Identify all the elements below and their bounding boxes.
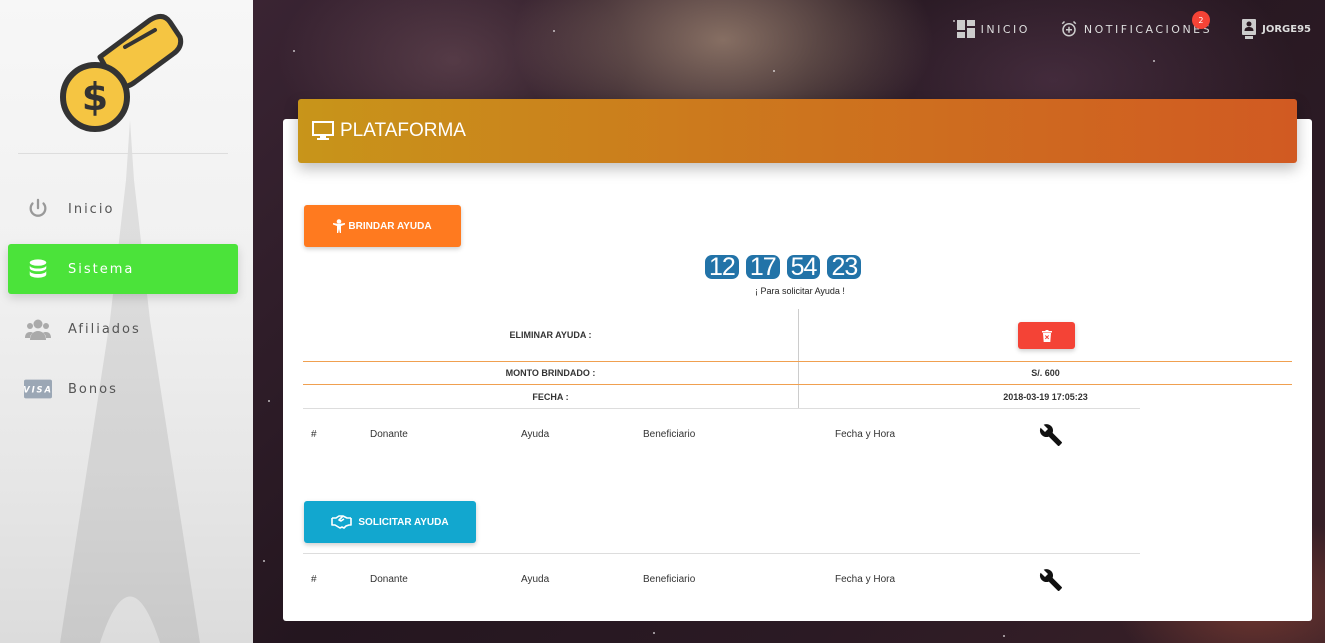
user-badge-icon bbox=[1242, 19, 1257, 39]
wrench-icon bbox=[1039, 568, 1063, 595]
monitor-icon bbox=[312, 121, 334, 141]
topnav-notificaciones[interactable]: NOTIFICACIONES 2 bbox=[1060, 11, 1212, 38]
alarm-plus-icon bbox=[1060, 20, 1078, 38]
person-icon bbox=[333, 219, 346, 233]
info-row-monto: MONTO BRINDADO : S/. 600 bbox=[303, 362, 1292, 385]
col-header-ayuda: Ayuda bbox=[521, 429, 550, 440]
wrench-icon bbox=[1039, 423, 1063, 450]
power-icon bbox=[24, 197, 52, 221]
topnav-inicio[interactable]: INICIO bbox=[956, 20, 1030, 38]
sidebar-item-label: Inicio bbox=[68, 201, 115, 217]
dashboard-icon bbox=[956, 20, 975, 38]
sidebar: $ Inicio Sistema Afiliados VISA Bonos bbox=[0, 0, 253, 643]
trash-icon bbox=[1041, 329, 1052, 342]
col-header-fecha-hora: Fecha y Hora bbox=[835, 574, 896, 585]
hand-coin-logo: $ bbox=[60, 14, 184, 132]
notification-badge: 2 bbox=[1191, 11, 1210, 29]
countdown-label: ¡ Para solicitar Ayuda ! bbox=[755, 286, 845, 296]
delete-button[interactable] bbox=[1018, 322, 1075, 349]
col-header-ayuda: Ayuda bbox=[521, 574, 550, 585]
sidebar-item-sistema[interactable]: Sistema bbox=[8, 244, 238, 294]
sidebar-item-afiliados[interactable]: Afiliados bbox=[8, 304, 238, 354]
fecha-value: 2018-03-19 17:05:23 bbox=[1003, 391, 1088, 402]
svg-text:VISA: VISA bbox=[24, 385, 52, 395]
col-header-beneficiario: Beneficiario bbox=[643, 429, 696, 440]
countdown-hours: 17 bbox=[745, 255, 780, 280]
col-header-donante: Donante bbox=[370, 574, 408, 585]
topnav-user[interactable]: JORGE95 bbox=[1242, 19, 1311, 39]
brindar-ayuda-button[interactable]: BRINDAR AYUDA bbox=[304, 205, 461, 247]
requests-table: # Donante Ayuda Beneficiario Fecha y Hor… bbox=[303, 553, 1140, 605]
sidebar-item-label: Afiliados bbox=[68, 321, 141, 337]
eliminar-label: ELIMINAR AYUDA : bbox=[303, 309, 799, 361]
sidebar-item-label: Sistema bbox=[68, 261, 135, 277]
table-header-row: # Donante Ayuda Beneficiario Fecha y Hor… bbox=[303, 408, 1140, 460]
fecha-label: FECHA : bbox=[303, 385, 799, 408]
countdown-days: 12 bbox=[705, 255, 739, 280]
top-nav: INICIO NOTIFICACIONES 2 JORGE95 bbox=[956, 11, 1325, 40]
users-icon bbox=[24, 317, 52, 341]
monto-label: MONTO BRINDADO : bbox=[303, 362, 799, 384]
visa-icon: VISA bbox=[24, 377, 52, 401]
database-icon bbox=[24, 257, 52, 281]
sidebar-item-label: Bonos bbox=[68, 381, 118, 397]
countdown-timer: 12 17 54 23 bbox=[705, 255, 862, 280]
info-row-fecha: FECHA : 2018-03-19 17:05:23 bbox=[303, 385, 1292, 408]
sidebar-item-inicio[interactable]: Inicio bbox=[8, 184, 238, 234]
col-header-donante: Donante bbox=[370, 429, 408, 440]
countdown-minutes: 54 bbox=[786, 255, 821, 280]
info-row-eliminar: ELIMINAR AYUDA : bbox=[303, 309, 1292, 362]
solicitar-ayuda-button[interactable]: SOLICITAR AYUDA bbox=[304, 501, 476, 543]
col-header-number: # bbox=[311, 429, 317, 440]
col-header-fecha-hora: Fecha y Hora bbox=[835, 429, 896, 440]
table-header-row: # Donante Ayuda Beneficiario Fecha y Hor… bbox=[303, 553, 1140, 605]
handshake-icon bbox=[331, 515, 355, 529]
sidebar-item-bonos[interactable]: VISA Bonos bbox=[8, 364, 238, 414]
card-header: PLATAFORMA bbox=[298, 99, 1297, 163]
donations-table: # Donante Ayuda Beneficiario Fecha y Hor… bbox=[303, 408, 1140, 460]
countdown-seconds: 23 bbox=[827, 255, 862, 280]
page-title: PLATAFORMA bbox=[340, 120, 466, 141]
sidebar-divider bbox=[18, 153, 228, 154]
svg-text:$: $ bbox=[82, 75, 108, 119]
col-header-number: # bbox=[311, 574, 317, 585]
col-header-beneficiario: Beneficiario bbox=[643, 574, 696, 585]
help-info-table: ELIMINAR AYUDA : MONTO BRINDADO : S/. 60… bbox=[303, 309, 1292, 408]
monto-value: S/. 600 bbox=[1031, 368, 1060, 378]
